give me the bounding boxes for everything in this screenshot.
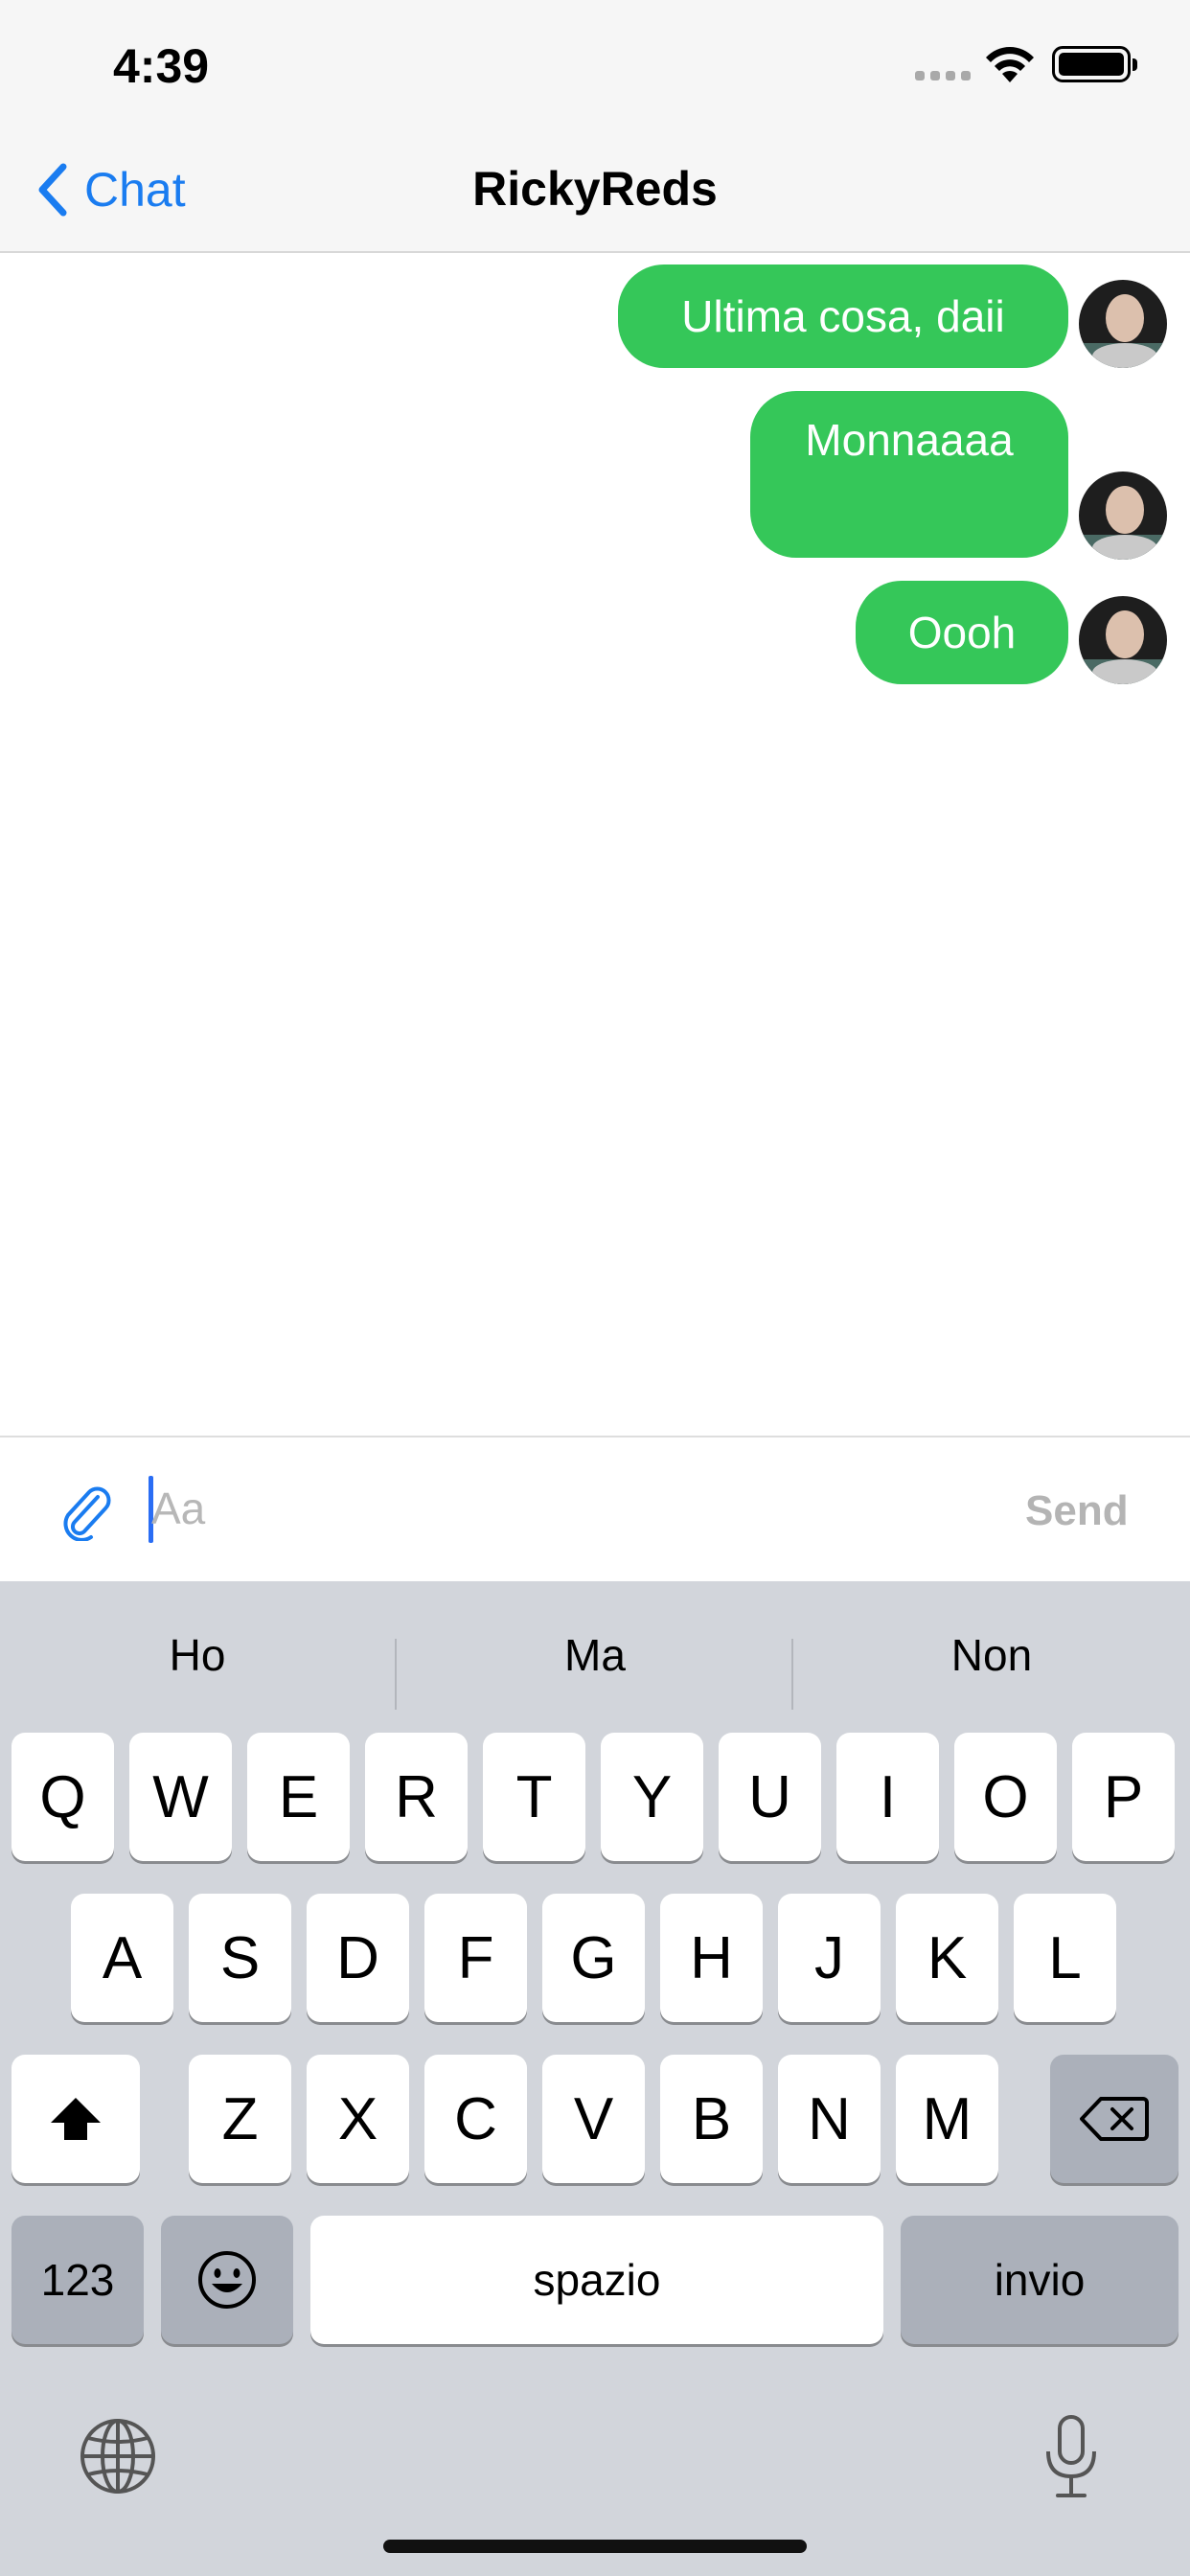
space-key[interactable]: spazio (310, 2216, 883, 2344)
suggestion-1[interactable]: Ho (0, 1604, 395, 1706)
avatar[interactable] (1079, 596, 1167, 684)
emoji-key[interactable] (161, 2216, 293, 2344)
suggestion-bar: Ho Ma Non (0, 1604, 1190, 1710)
key-i[interactable]: I (836, 1733, 939, 1861)
signal-icon (915, 71, 971, 80)
message-bubble[interactable]: Ultima cosa, daii (618, 264, 1068, 368)
key-f[interactable]: F (424, 1894, 527, 2022)
key-h[interactable]: H (660, 1894, 763, 2022)
microphone-icon[interactable] (1042, 2413, 1100, 2501)
key-e[interactable]: E (247, 1733, 350, 1861)
send-button[interactable]: Send (1025, 1487, 1129, 1535)
key-x[interactable]: X (307, 2055, 409, 2183)
shift-key[interactable] (11, 2055, 140, 2183)
key-s[interactable]: S (189, 1894, 291, 2022)
message-bubble[interactable]: Monnaaaa (750, 391, 1068, 558)
key-a[interactable]: A (71, 1894, 173, 2022)
status-time: 4:39 (113, 39, 210, 93)
key-p[interactable]: P (1072, 1733, 1175, 1861)
key-u[interactable]: U (719, 1733, 821, 1861)
key-w[interactable]: W (129, 1733, 232, 1861)
emoji-icon (198, 2251, 256, 2309)
backspace-key[interactable] (1050, 2055, 1179, 2183)
key-d[interactable]: D (307, 1894, 409, 2022)
suggestion-3[interactable]: Non (794, 1604, 1189, 1706)
keyboard: Ho Ma Non Q W E R T Y U I O P A S D F G … (0, 1581, 1190, 2576)
key-o[interactable]: O (954, 1733, 1057, 1861)
composer-bar: Send (0, 1436, 1190, 1581)
battery-icon (1052, 46, 1137, 82)
globe-icon[interactable] (79, 2417, 157, 2496)
numbers-key[interactable]: 123 (11, 2216, 144, 2344)
key-g[interactable]: G (542, 1894, 645, 2022)
message-input[interactable] (151, 1472, 975, 1545)
return-key[interactable]: invio (901, 2216, 1179, 2344)
key-j[interactable]: J (778, 1894, 881, 2022)
key-c[interactable]: C (424, 2055, 527, 2183)
avatar[interactable] (1079, 280, 1167, 368)
avatar[interactable] (1079, 472, 1167, 560)
key-v[interactable]: V (542, 2055, 645, 2183)
backspace-icon (1080, 2097, 1149, 2141)
shift-icon (51, 2098, 101, 2140)
key-y[interactable]: Y (601, 1733, 703, 1861)
key-b[interactable]: B (660, 2055, 763, 2183)
key-l[interactable]: L (1014, 1894, 1116, 2022)
key-k[interactable]: K (896, 1894, 998, 2022)
key-t[interactable]: T (483, 1733, 585, 1861)
paperclip-icon[interactable] (59, 1484, 113, 1541)
home-indicator[interactable] (383, 2540, 807, 2553)
suggestion-2[interactable]: Ma (398, 1604, 792, 1706)
key-m[interactable]: M (896, 2055, 998, 2183)
message-bubble[interactable]: Oooh (856, 581, 1068, 684)
back-label: Chat (84, 163, 186, 217)
key-r[interactable]: R (365, 1733, 468, 1861)
wifi-icon (986, 47, 1034, 82)
back-button[interactable]: Chat (34, 159, 186, 220)
key-n[interactable]: N (778, 2055, 881, 2183)
divider (395, 1639, 397, 1710)
chevron-left-icon (38, 163, 67, 217)
status-bar: 4:39 (0, 0, 1190, 126)
key-z[interactable]: Z (189, 2055, 291, 2183)
divider (791, 1639, 793, 1710)
message-list[interactable]: Ultima cosa, daii Monnaaaa Oooh (0, 255, 1190, 1436)
key-q[interactable]: Q (11, 1733, 114, 1861)
nav-bar: RickyReds Chat (0, 126, 1190, 253)
